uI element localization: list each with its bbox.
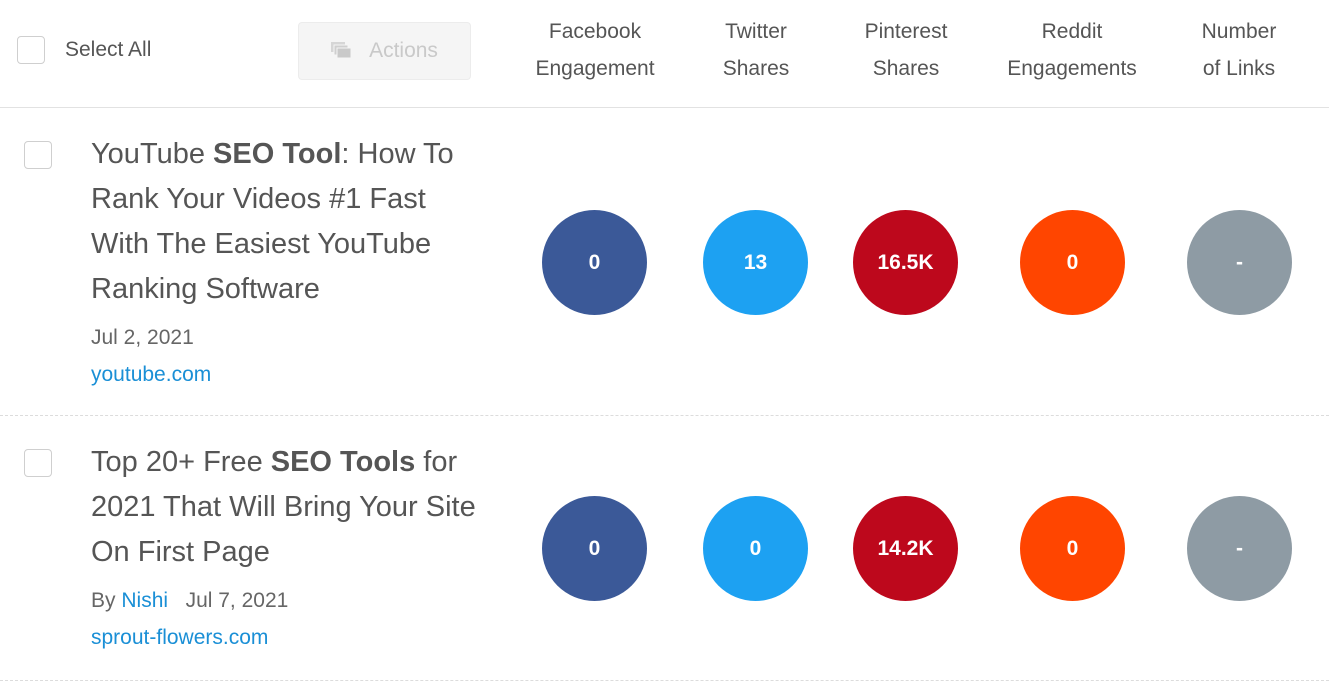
number-of-links-badge: - — [1187, 496, 1292, 601]
article-byline: By Nishi Jul 7, 2021 — [91, 589, 288, 613]
twitter-shares-badge: 0 — [703, 496, 808, 601]
select-all-checkbox[interactable] — [17, 36, 45, 64]
row-checkbox[interactable] — [24, 141, 52, 169]
number-of-links-badge: - — [1187, 210, 1292, 315]
table-row: YouTube SEO Tool: How To Rank Your Video… — [0, 108, 1329, 416]
row-checkbox[interactable] — [24, 449, 52, 477]
article-domain-link[interactable]: sprout-flowers.com — [91, 626, 268, 650]
pinterest-shares-badge: 16.5K — [853, 210, 958, 315]
column-header-facebook-engagement[interactable]: Facebook Engagement — [515, 13, 675, 87]
actions-button[interactable]: Actions — [298, 22, 471, 80]
select-all-label: Select All — [65, 38, 152, 61]
article-title[interactable]: YouTube SEO Tool: How To Rank Your Video… — [91, 132, 491, 312]
reddit-engagements-badge: 0 — [1020, 496, 1125, 601]
actions-label: Actions — [369, 39, 438, 62]
column-header-twitter-shares[interactable]: Twitter Shares — [676, 13, 836, 87]
article-date: Jul 2, 2021 — [91, 326, 194, 349]
reddit-engagements-badge: 0 — [1020, 210, 1125, 315]
article-date: Jul 7, 2021 — [185, 589, 289, 612]
column-header-reddit-engagements[interactable]: Reddit Engagements — [992, 13, 1152, 87]
pinterest-shares-badge: 14.2K — [853, 496, 958, 601]
facebook-engagement-badge: 0 — [542, 496, 647, 601]
article-domain-link[interactable]: youtube.com — [91, 363, 211, 387]
facebook-engagement-badge: 0 — [542, 210, 647, 315]
twitter-shares-badge: 13 — [703, 210, 808, 315]
article-title[interactable]: Top 20+ Free SEO Tools for 2021 That Wil… — [91, 440, 491, 575]
stack-icon — [331, 42, 352, 59]
table-row: Top 20+ Free SEO Tools for 2021 That Wil… — [0, 416, 1329, 681]
column-header-pinterest-shares[interactable]: Pinterest Shares — [826, 13, 986, 87]
table-header: Select All Actions Facebook Engagement T… — [0, 0, 1329, 108]
author-link[interactable]: Nishi — [121, 589, 168, 612]
byline-prefix: By — [91, 589, 116, 612]
column-header-number-of-links[interactable]: Number of Links — [1159, 13, 1319, 87]
